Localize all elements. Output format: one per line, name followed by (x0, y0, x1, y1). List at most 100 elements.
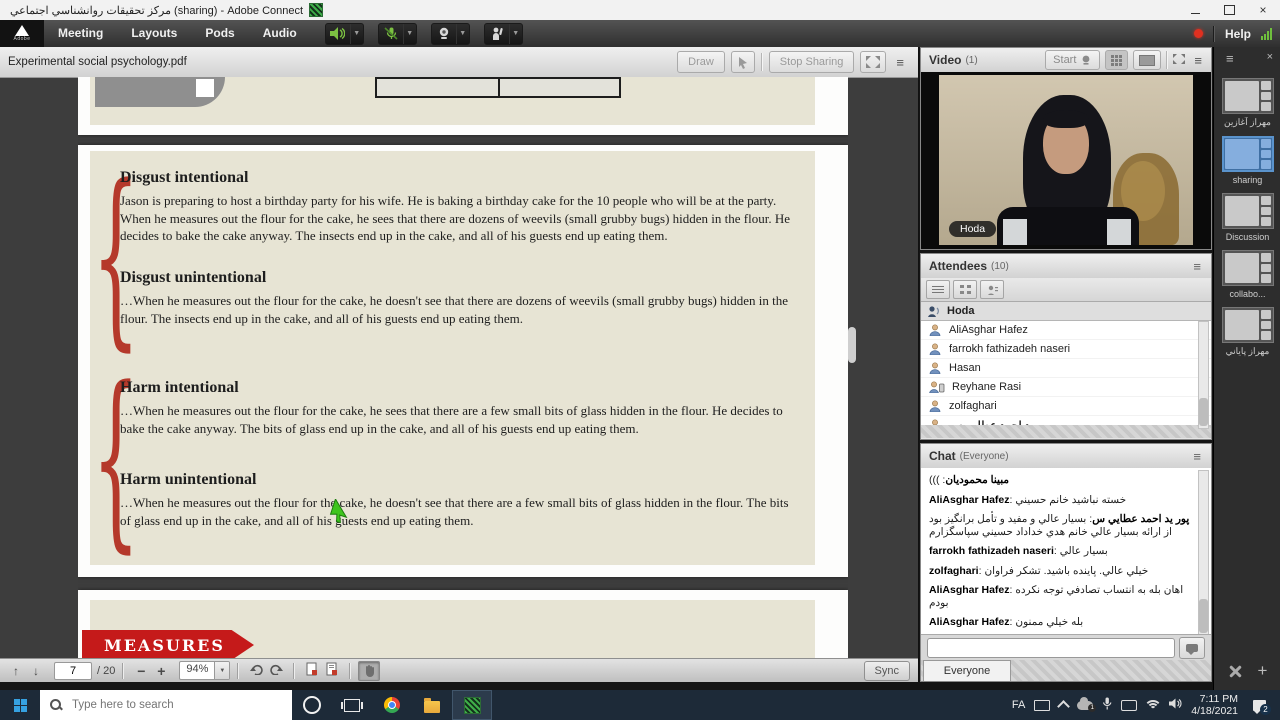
page-up-button[interactable]: ↑ (6, 664, 26, 678)
chat-scrollbar[interactable] (1198, 470, 1209, 636)
menu-meeting[interactable]: Meeting (44, 20, 117, 47)
divider (349, 663, 351, 679)
attendee-row[interactable]: Reyhane Rasi (921, 378, 1211, 397)
stop-sharing-button[interactable]: Stop Sharing (769, 51, 855, 73)
webcam-button[interactable]: ▼ (431, 23, 470, 45)
sync-button[interactable]: Sync (864, 661, 910, 681)
tools-icon[interactable] (1228, 664, 1242, 678)
taskbar-search[interactable] (40, 690, 292, 720)
raise-hand-button[interactable]: ▼ (484, 23, 523, 45)
pdf-page-area[interactable]: { { Disgust intentional Jason is prepari… (78, 77, 848, 659)
attendees-scrollbar[interactable] (1198, 321, 1209, 429)
layout-item[interactable]: Discussion (1214, 193, 1280, 242)
raise-hand-dropdown[interactable]: ▼ (509, 24, 522, 44)
fullscreen-button[interactable] (860, 51, 886, 73)
layout-thumbnail (1222, 136, 1274, 172)
filmstrip-view-button[interactable] (1133, 50, 1161, 70)
menu-layouts[interactable]: Layouts (117, 20, 191, 47)
export-page-button[interactable] (302, 662, 322, 679)
attendees-pod: Attendees (10) ≡ Hoda AliAsghar Hafez (920, 253, 1212, 440)
tray-expand-icon[interactable] (1057, 700, 1070, 713)
zoom-dropdown-icon[interactable]: ▼ (214, 662, 229, 679)
layout-item[interactable]: مهراز پاياني (1214, 307, 1280, 357)
layout-item-selected[interactable]: sharing (1214, 136, 1280, 185)
rotate-left-button[interactable] (246, 663, 266, 678)
attendee-name: zolfaghari (949, 400, 997, 412)
attendee-icon (929, 324, 942, 336)
page-number-input[interactable] (54, 662, 92, 680)
attendee-name: AliAsghar Hafez (949, 324, 1028, 336)
attendee-row[interactable]: AliAsghar Hafez (921, 321, 1211, 340)
tray-microphone-icon[interactable] (1102, 697, 1112, 713)
layouts-panel-options-icon[interactable]: ≡ (1222, 51, 1238, 66)
attendee-status-view-button[interactable] (980, 280, 1004, 299)
zoom-in-button[interactable]: + (151, 663, 171, 679)
maximize-button[interactable] (1212, 0, 1246, 20)
page-down-button[interactable]: ↓ (26, 664, 46, 678)
tab-everyone[interactable]: Everyone (923, 660, 1011, 681)
divider (293, 663, 295, 679)
speaker-dropdown[interactable]: ▼ (350, 24, 363, 44)
divider (237, 663, 239, 679)
send-message-button[interactable] (1179, 637, 1205, 659)
attendee-row[interactable]: farrokh fathizadeh naseri (921, 340, 1211, 359)
attendee-row[interactable]: zolfaghari (921, 397, 1211, 416)
volume-icon[interactable] (1169, 698, 1182, 712)
start-button[interactable] (0, 690, 40, 720)
start-webcam-button[interactable]: Start (1045, 50, 1100, 70)
language-indicator[interactable]: FA (1012, 699, 1025, 711)
zoom-level-select[interactable]: 94% ▼ (179, 661, 230, 680)
notification-center-icon[interactable]: 2 (1253, 700, 1266, 711)
attendees-list: AliAsghar Hafez farrokh fathizadeh naser… (921, 321, 1211, 425)
layout-item[interactable]: collabo... (1214, 250, 1280, 299)
menu-audio[interactable]: Audio (249, 20, 311, 47)
display-icon[interactable] (1121, 700, 1137, 711)
webcam-dropdown[interactable]: ▼ (456, 24, 469, 44)
attendee-list-view-button[interactable] (926, 280, 950, 299)
chrome-taskbar-button[interactable] (372, 690, 412, 720)
pdf-scrollbar[interactable] (848, 77, 856, 659)
onedrive-icon[interactable]: 1 (1077, 701, 1093, 710)
webcam-small-icon (1080, 55, 1092, 65)
video-pod-options-icon[interactable]: ≡ (1190, 53, 1206, 68)
minimize-button[interactable] (1178, 0, 1212, 20)
attendee-grid-view-button[interactable] (953, 280, 977, 299)
cortana-button[interactable] (292, 690, 332, 720)
attendee-row[interactable]: Hasan (921, 359, 1211, 378)
video-fullscreen-button[interactable] (1173, 51, 1185, 69)
wifi-icon[interactable] (1146, 700, 1160, 710)
section-body: …When he measures out the flour for the … (120, 494, 792, 529)
zoom-out-button[interactable]: − (131, 663, 151, 679)
pod-resize-area[interactable] (921, 425, 1211, 438)
help-menu[interactable]: Help (1225, 27, 1251, 41)
microphone-dropdown[interactable]: ▼ (403, 24, 416, 44)
microphone-button[interactable]: ▼ (378, 23, 417, 45)
file-explorer-button[interactable] (412, 690, 452, 720)
draw-button[interactable]: Draw (677, 51, 725, 73)
section-heading: Harm intentional (120, 379, 792, 397)
grid-view-button[interactable] (1105, 50, 1128, 70)
chat-message-input[interactable] (927, 638, 1175, 658)
layout-item[interactable]: مهراز آغازين (1214, 78, 1280, 128)
keyboard-icon[interactable] (1034, 700, 1050, 711)
pod-options-icon[interactable]: ≡ (892, 55, 908, 70)
chat-pod-options-icon[interactable]: ≡ (1189, 449, 1205, 464)
layouts-panel-close-icon[interactable]: × (1267, 51, 1273, 66)
chat-messages[interactable]: مبينا محموديان: ((( AliAsghar Hafez: خست… (921, 468, 1211, 636)
presenter-pointer-icon (328, 499, 352, 528)
taskbar-clock[interactable]: 7:11 PM 4/18/2021 (1191, 693, 1238, 717)
menu-pods[interactable]: Pods (191, 20, 248, 47)
layout-label: sharing (1233, 175, 1263, 185)
task-view-button[interactable] (332, 690, 372, 720)
add-layout-icon[interactable]: + (1258, 664, 1268, 678)
document-info-button[interactable] (322, 662, 342, 679)
rotate-right-button[interactable] (266, 663, 286, 678)
pan-tool-button[interactable] (358, 661, 380, 681)
speaker-button[interactable]: ▼ (325, 23, 364, 45)
adobe-connect-taskbar-button[interactable] (452, 690, 492, 720)
attendee-host-row[interactable]: Hoda (921, 302, 1211, 321)
pointer-tool-button[interactable] (731, 51, 755, 73)
attendees-pod-options-icon[interactable]: ≡ (1189, 259, 1205, 274)
search-input[interactable] (70, 698, 254, 712)
close-button[interactable]: × (1246, 0, 1280, 20)
